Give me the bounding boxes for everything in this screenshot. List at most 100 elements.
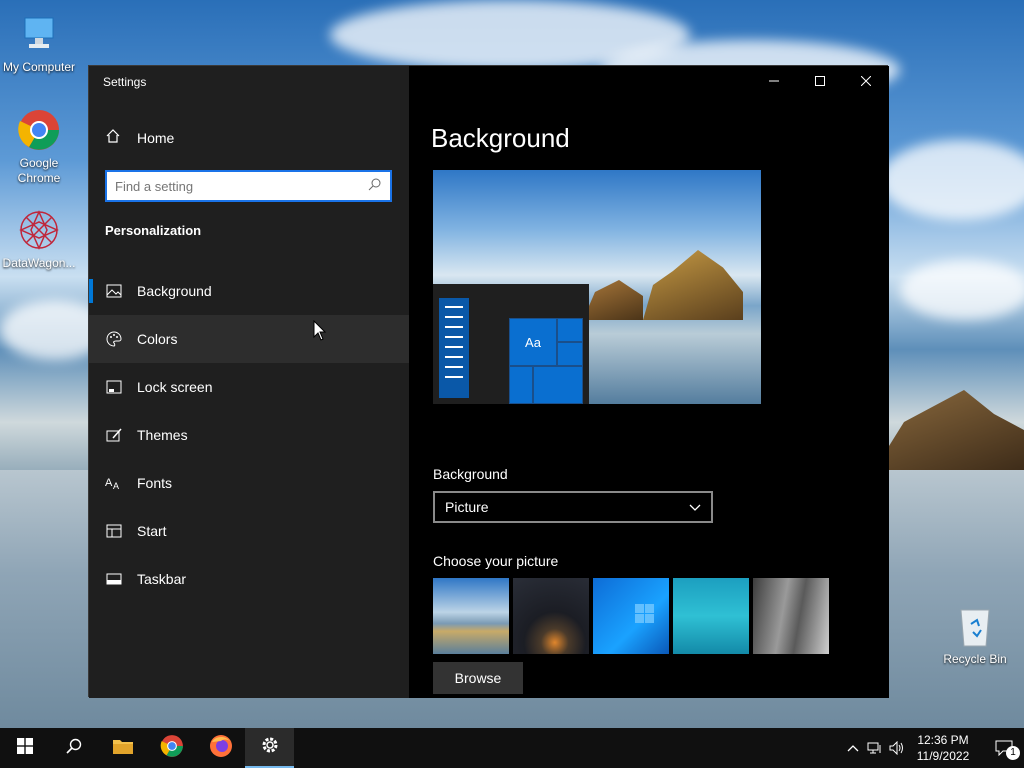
clock-date: 11/9/2022 bbox=[916, 749, 970, 763]
notification-count: 1 bbox=[1006, 746, 1020, 760]
fonts-icon: AA bbox=[105, 474, 123, 492]
home-icon bbox=[105, 128, 123, 147]
mouse-cursor-icon bbox=[313, 319, 327, 342]
close-button[interactable] bbox=[843, 66, 889, 98]
picture-thumbnail-waterfall[interactable] bbox=[753, 578, 829, 654]
browse-button[interactable]: Browse bbox=[433, 662, 523, 694]
start-button[interactable] bbox=[0, 728, 49, 768]
svg-text:A: A bbox=[113, 481, 119, 491]
taskbar-chrome[interactable] bbox=[147, 728, 196, 768]
minimize-icon bbox=[769, 73, 779, 91]
picture-thumbnails bbox=[433, 578, 829, 654]
preview-tile bbox=[557, 342, 583, 366]
windows-logo-icon bbox=[16, 737, 33, 759]
desktop-icon-recycle-bin[interactable]: Recycle Bin bbox=[936, 602, 1014, 667]
computer-icon bbox=[15, 10, 63, 58]
taskbar-file-explorer[interactable] bbox=[98, 728, 147, 768]
recycle-bin-icon bbox=[951, 602, 999, 650]
chevron-up-icon[interactable] bbox=[842, 744, 864, 752]
picture-thumbnail-night[interactable] bbox=[513, 578, 589, 654]
picture-thumbnail-beach[interactable] bbox=[433, 578, 509, 654]
picture-thumbnail-windows[interactable] bbox=[593, 578, 669, 654]
search-icon[interactable] bbox=[368, 177, 382, 196]
sidebar-item-label: Fonts bbox=[137, 475, 173, 491]
network-icon[interactable] bbox=[864, 741, 886, 755]
preview-start-menu: Aa bbox=[433, 284, 589, 404]
chrome-icon bbox=[15, 106, 63, 154]
taskbar-firefox[interactable] bbox=[196, 728, 245, 768]
taskbar-settings[interactable] bbox=[245, 728, 294, 768]
search-icon bbox=[65, 738, 82, 759]
cloud bbox=[880, 140, 1024, 220]
cloud bbox=[900, 260, 1024, 320]
clock-time: 12:36 PM bbox=[917, 733, 969, 747]
palette-icon bbox=[105, 330, 123, 348]
preview-tile bbox=[509, 366, 533, 404]
maximize-button[interactable] bbox=[797, 66, 843, 98]
sidebar-item-fonts[interactable]: AA Fonts bbox=[89, 459, 409, 507]
page-title: Background bbox=[431, 123, 570, 153]
gear-icon bbox=[260, 735, 280, 760]
background-preview: Aa bbox=[433, 170, 761, 404]
taskbar-icon bbox=[105, 570, 123, 588]
desktop-icon-label: My Computer bbox=[2, 60, 76, 74]
section-title: Personalization bbox=[105, 223, 202, 238]
sidebar-item-label: Colors bbox=[137, 331, 178, 347]
desktop-icon-label: Google Chrome bbox=[17, 156, 61, 185]
window-controls bbox=[751, 66, 889, 98]
sidebar-item-colors[interactable]: Colors bbox=[89, 315, 409, 363]
svg-text:A: A bbox=[105, 477, 113, 489]
background-type-dropdown[interactable]: Picture bbox=[433, 491, 713, 523]
preview-tile-aa: Aa bbox=[509, 318, 557, 366]
sidebar-item-themes[interactable]: Themes bbox=[89, 411, 409, 459]
home-label: Home bbox=[137, 129, 175, 146]
sidebar-item-start[interactable]: Start bbox=[89, 507, 409, 555]
window-title: Settings bbox=[103, 75, 147, 89]
close-icon bbox=[860, 73, 872, 91]
background-type-label: Background bbox=[433, 466, 508, 482]
taskbar-clock[interactable]: 12:36 PM 11/9/2022 bbox=[908, 732, 978, 764]
sidebar-item-taskbar[interactable]: Taskbar bbox=[89, 555, 409, 603]
minimize-button[interactable] bbox=[751, 66, 797, 98]
preview-tile bbox=[533, 366, 583, 404]
notification-center-button[interactable]: 1 bbox=[984, 740, 1024, 760]
preview-rock bbox=[643, 250, 743, 320]
sidebar-item-label: Lock screen bbox=[137, 379, 213, 395]
sidebar-item-background[interactable]: Background bbox=[89, 267, 409, 315]
volume-icon[interactable] bbox=[886, 741, 908, 755]
chrome-icon bbox=[160, 734, 184, 763]
picture-thumbnail-ocean[interactable] bbox=[673, 578, 749, 654]
taskbar: 12:36 PM 11/9/2022 1 bbox=[0, 728, 1024, 768]
choose-picture-label: Choose your picture bbox=[433, 553, 559, 569]
sidebar-item-lock-screen[interactable]: Lock screen bbox=[89, 363, 409, 411]
settings-window: Settings Home Personalization Background… bbox=[88, 65, 889, 698]
taskbar-search-button[interactable] bbox=[49, 728, 98, 768]
preview-app-list bbox=[439, 298, 469, 398]
sidebar-item-label: Start bbox=[137, 523, 167, 539]
sidebar-item-label: Background bbox=[137, 283, 212, 299]
desktop-icon-label: Recycle Bin bbox=[943, 652, 1007, 666]
desktop-icon-datawagon[interactable]: DataWagon... bbox=[0, 206, 78, 271]
settings-sidebar: Settings Home Personalization Background… bbox=[89, 66, 409, 698]
themes-brush-icon bbox=[105, 426, 123, 444]
datawagon-icon bbox=[15, 206, 63, 254]
chevron-down-icon bbox=[689, 499, 701, 515]
lock-screen-icon bbox=[105, 378, 123, 396]
background-type-value: Picture bbox=[445, 499, 489, 515]
desktop-icon-my-computer[interactable]: My Computer bbox=[0, 10, 78, 75]
search-field[interactable] bbox=[105, 170, 392, 202]
preview-rock bbox=[583, 280, 643, 320]
maximize-icon bbox=[815, 73, 825, 91]
search-input[interactable] bbox=[115, 178, 368, 194]
folder-icon bbox=[112, 737, 134, 760]
system-tray: 12:36 PM 11/9/2022 1 bbox=[842, 728, 1024, 768]
start-icon bbox=[105, 522, 123, 540]
picture-icon bbox=[105, 282, 123, 300]
rock-formation bbox=[874, 390, 1024, 470]
desktop-icon-google-chrome[interactable]: Google Chrome bbox=[0, 106, 78, 186]
preview-tile bbox=[557, 318, 583, 342]
firefox-icon bbox=[209, 734, 233, 763]
home-link[interactable]: Home bbox=[105, 128, 174, 147]
preview-tiles: Aa bbox=[509, 318, 583, 404]
personalization-nav: Background Colors Lock screen Themes AA … bbox=[89, 267, 409, 603]
